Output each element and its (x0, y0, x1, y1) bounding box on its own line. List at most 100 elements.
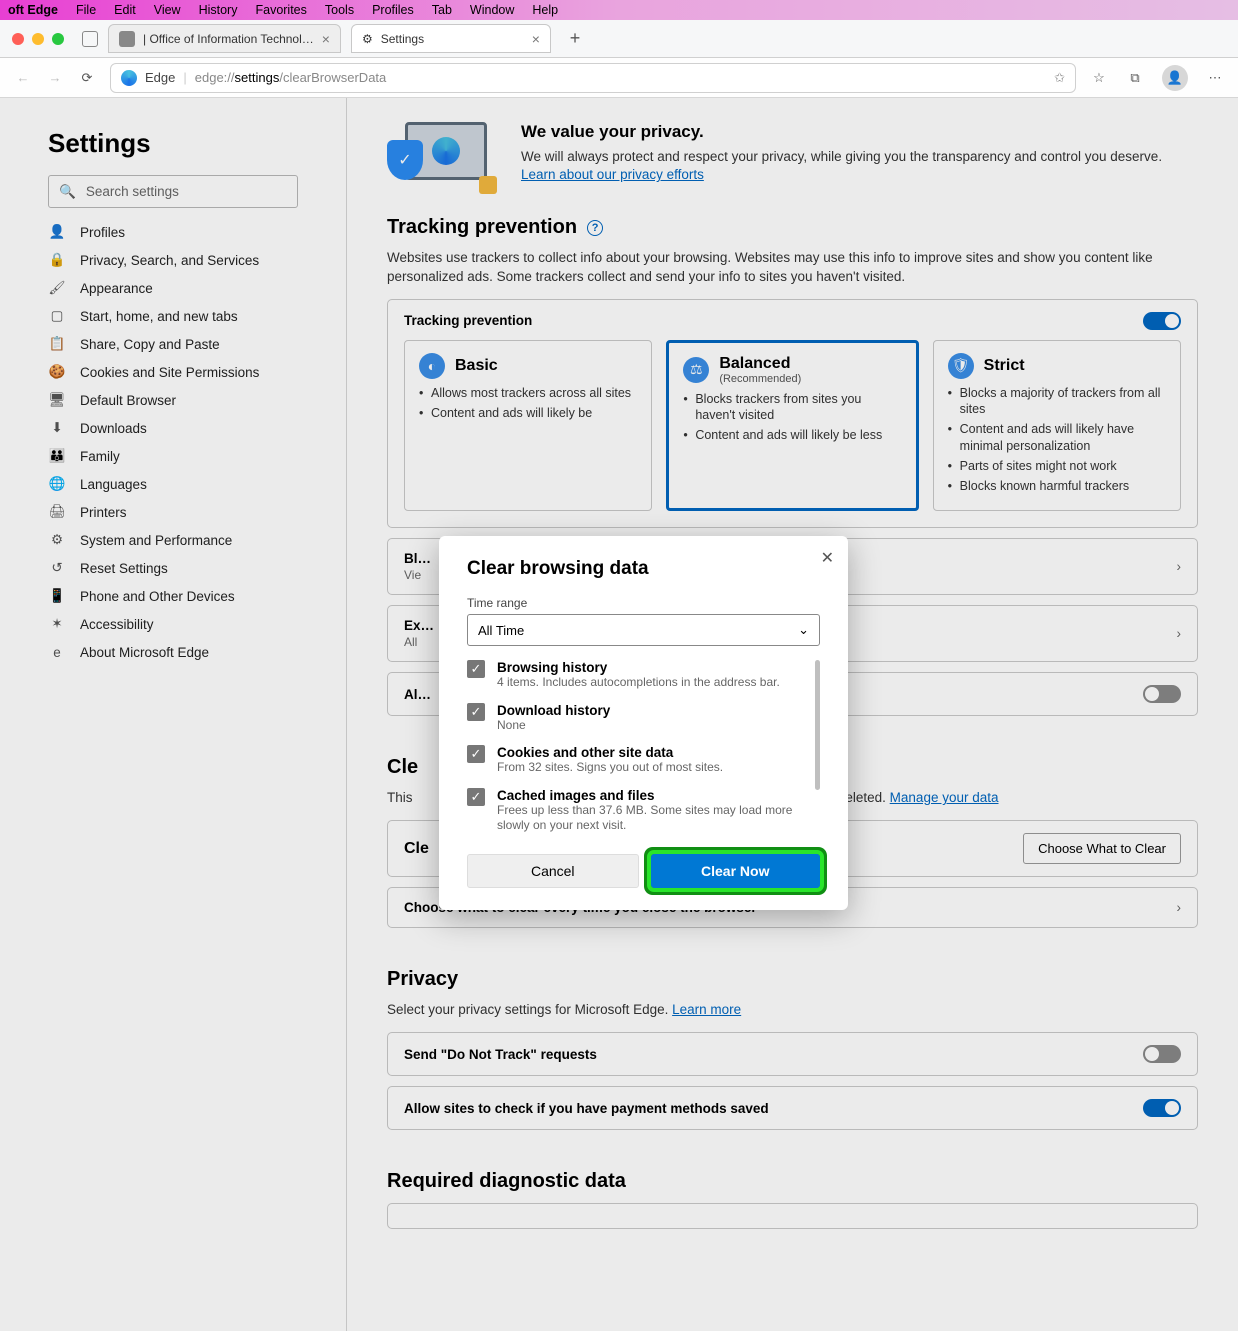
manage-data-link[interactable]: Manage your data (890, 790, 999, 805)
close-window[interactable] (12, 33, 24, 45)
learn-more-link[interactable]: Learn more (672, 1002, 741, 1017)
shield-icon: ✓ (387, 140, 423, 180)
menu-view[interactable]: View (154, 3, 181, 17)
menu-tools[interactable]: Tools (325, 3, 354, 17)
menu-window[interactable]: Window (470, 3, 514, 17)
menu-history[interactable]: History (199, 3, 238, 17)
sidebar-icon: 👪 (48, 448, 66, 464)
row-sub: All (404, 635, 434, 649)
level-strict[interactable]: 🛡Strict Blocks a majority of trackers fr… (933, 340, 1181, 512)
level-sub: (Recommended) (719, 373, 801, 385)
dialog-title: Clear browsing data (467, 558, 820, 580)
basic-icon: ◐ (419, 353, 445, 379)
sidebar-icon: ⚙ (48, 532, 66, 548)
menu-tab[interactable]: Tab (432, 3, 452, 17)
profile-avatar[interactable]: 👤 (1162, 65, 1188, 91)
tab-office-it[interactable]: | Office of Information Technol… × (108, 24, 341, 53)
star-icon[interactable]: ✩ (1054, 70, 1065, 86)
chevron-right-icon: › (1177, 626, 1182, 641)
sidebar-icon: e (48, 645, 66, 660)
choose-what-to-clear-button[interactable]: Choose What to Clear (1023, 833, 1181, 864)
checkbox-icon[interactable]: ✓ (467, 703, 485, 721)
checkbox-icon[interactable]: ✓ (467, 788, 485, 806)
close-tab-icon[interactable]: × (532, 31, 540, 47)
banner-body: We will always protect and respect your … (521, 149, 1162, 164)
menu-profiles[interactable]: Profiles (372, 3, 414, 17)
tab-settings[interactable]: ⚙ Settings × (351, 24, 551, 53)
url-input[interactable]: Edge | edge:// settings /clearBrowserDat… (110, 63, 1076, 93)
sidebar-item-about-microsoft-edge[interactable]: eAbout Microsoft Edge (48, 638, 298, 666)
more-icon[interactable]: ⋯ (1206, 69, 1224, 87)
sidebar-item-system-and-performance[interactable]: ⚙System and Performance (48, 526, 298, 554)
sidebar-item-appearance[interactable]: 🖌Appearance (48, 274, 298, 302)
sidebar-item-languages[interactable]: 🌐Languages (48, 470, 298, 498)
sidebar-label: Privacy, Search, and Services (80, 253, 259, 268)
menu-fav[interactable]: Favorites (255, 3, 306, 17)
sidebar-item-phone-and-other-devices[interactable]: 📱Phone and Other Devices (48, 582, 298, 610)
clear-now-button[interactable]: Clear Now (651, 854, 821, 888)
sidebar-item-reset-settings[interactable]: ↺Reset Settings (48, 554, 298, 582)
sidebar-item-privacy-search-and-services[interactable]: 🔒Privacy, Search, and Services (48, 246, 298, 274)
sidebar-item-cookies-and-site-permissions[interactable]: 🍪Cookies and Site Permissions (48, 358, 298, 386)
opt-cookies[interactable]: ✓ Cookies and other site dataFrom 32 sit… (467, 745, 820, 776)
privacy-desc: Select your privacy settings for Microso… (387, 1002, 672, 1017)
opt-cache[interactable]: ✓ Cached images and filesFrees up less t… (467, 788, 820, 834)
sidebar-item-share-copy-and-paste[interactable]: 📋Share, Copy and Paste (48, 330, 298, 358)
zoom-window[interactable] (52, 33, 64, 45)
time-range-select[interactable]: All Time ⌄ (467, 614, 820, 646)
diag-row[interactable] (387, 1203, 1198, 1229)
chevron-right-icon: › (1177, 559, 1182, 574)
search-input[interactable]: 🔍 Search settings (48, 175, 298, 208)
always-strict-toggle[interactable] (1143, 685, 1181, 703)
tab-overview-icon[interactable] (82, 31, 98, 47)
opt-browsing-history[interactable]: ✓ Browsing history4 items. Includes auto… (467, 660, 820, 691)
dnt-toggle[interactable] (1143, 1045, 1181, 1063)
scrollbar[interactable] (815, 660, 820, 790)
bullet: Content and ads will likely be less (683, 427, 901, 443)
new-tab-button[interactable]: + (561, 28, 589, 49)
minimize-window[interactable] (32, 33, 44, 45)
cancel-button[interactable]: Cancel (467, 854, 639, 888)
level-basic[interactable]: ◐Basic Allows most trackers across all s… (404, 340, 652, 512)
menu-help[interactable]: Help (532, 3, 558, 17)
tab-strip: | Office of Information Technol… × ⚙ Set… (0, 20, 1238, 58)
url-brand: Edge (145, 70, 175, 85)
sidebar-icon: 📱 (48, 588, 66, 604)
payment-toggle[interactable] (1143, 1099, 1181, 1117)
opt-title: Browsing history (497, 660, 780, 675)
row-title: Al… (404, 687, 431, 702)
opt-download-history[interactable]: ✓ Download historyNone (467, 703, 820, 734)
reload-button[interactable]: ⟳ (78, 70, 96, 86)
collections-icon[interactable]: ⧉ (1126, 69, 1144, 87)
close-tab-icon[interactable]: × (322, 31, 330, 47)
clear-desc: This (387, 790, 416, 805)
sidebar-item-downloads[interactable]: ⬇Downloads (48, 414, 298, 442)
level-balanced[interactable]: ⚖Balanced(Recommended) Blocks trackers f… (666, 340, 918, 512)
url-host: settings (235, 70, 280, 85)
dnt-row: Send "Do Not Track" requests (387, 1032, 1198, 1076)
sidebar-icon: ▢ (48, 308, 66, 324)
close-dialog-icon[interactable]: ✕ (821, 548, 834, 568)
checkbox-icon[interactable]: ✓ (467, 745, 485, 763)
sidebar-item-profiles[interactable]: 👤Profiles (48, 218, 298, 246)
menu-edit[interactable]: Edit (114, 3, 136, 17)
sidebar-icon: ✶ (48, 616, 66, 632)
sidebar-item-accessibility[interactable]: ✶Accessibility (48, 610, 298, 638)
menu-file[interactable]: File (76, 3, 96, 17)
sidebar-icon: 🖨 (48, 504, 66, 520)
checkbox-icon[interactable]: ✓ (467, 660, 485, 678)
privacy-efforts-link[interactable]: Learn about our privacy efforts (521, 167, 704, 182)
bullet: Content and ads will likely be (419, 405, 637, 421)
favorites-icon[interactable]: ☆ (1090, 69, 1108, 87)
sidebar-item-start-home-and-new-tabs[interactable]: ▢Start, home, and new tabs (48, 302, 298, 330)
sidebar-item-printers[interactable]: 🖨Printers (48, 498, 298, 526)
sidebar-label: Cookies and Site Permissions (80, 365, 259, 380)
help-icon[interactable]: ? (587, 220, 603, 236)
sidebar-icon: 🖌 (48, 280, 66, 296)
time-range-label: Time range (467, 596, 820, 610)
sidebar-item-default-browser[interactable]: 🖥Default Browser (48, 386, 298, 414)
sidebar-item-family[interactable]: 👪Family (48, 442, 298, 470)
tracking-toggle[interactable] (1143, 312, 1181, 330)
back-button: ← (14, 70, 32, 85)
app-name[interactable]: oft Edge (8, 3, 58, 17)
